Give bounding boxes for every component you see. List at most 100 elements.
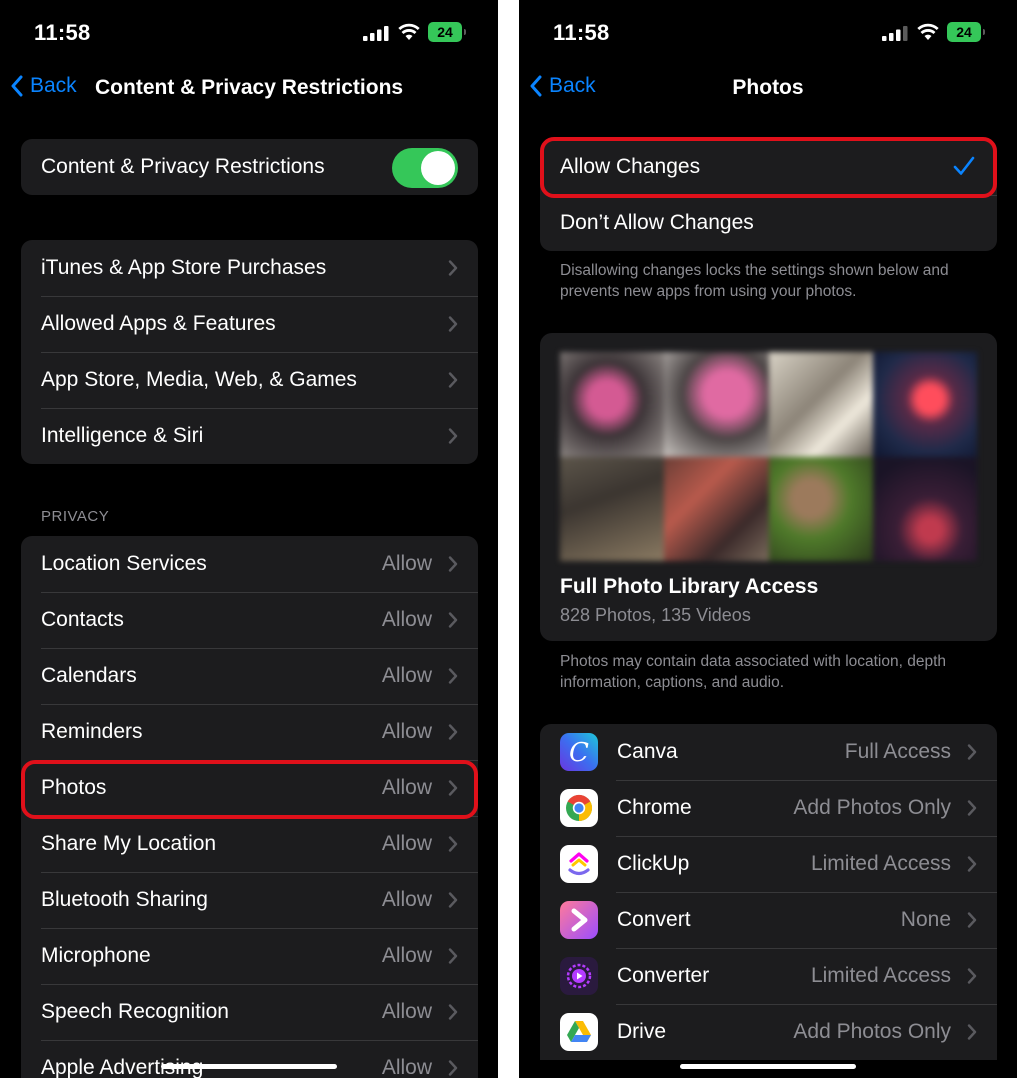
row-label: iTunes & App Store Purchases: [41, 256, 327, 279]
checkmark-icon: [953, 156, 975, 175]
cellular-signal-icon: [363, 26, 389, 41]
row-value: Allow: [381, 1000, 432, 1023]
library-footer: Photos may contain data associated with …: [560, 653, 947, 691]
row-value: Allow: [381, 720, 432, 743]
options-footer: Disallowing changes locks the settings s…: [560, 262, 949, 300]
settings-row[interactable]: Allowed Apps & Features: [21, 296, 478, 352]
wifi-icon: [398, 23, 420, 40]
photo-library-thumbnail: [560, 352, 977, 561]
settings-row[interactable]: Intelligence & Siri: [21, 408, 478, 464]
app-name: ClickUp: [617, 852, 690, 875]
chevron-right-icon: [967, 744, 977, 760]
privacy-row-share-location[interactable]: Share My Location Allow: [21, 816, 478, 872]
restrictions-toggle[interactable]: [392, 148, 458, 188]
library-access-title: Full Photo Library Access: [560, 575, 819, 598]
master-toggle-group: Content & Privacy Restrictions: [21, 139, 478, 195]
privacy-row-photos[interactable]: Photos Allow: [21, 760, 478, 816]
photos-settings-screen: 11:58 24 Back Photos Allow Changes Don’t…: [519, 0, 1017, 1078]
row-value: Allow: [381, 1056, 432, 1078]
row-label: Apple Advertising: [41, 1056, 204, 1078]
chevron-right-icon: [448, 372, 458, 388]
chevron-right-icon: [448, 780, 458, 796]
master-toggle-row: Content & Privacy Restrictions: [21, 139, 478, 195]
photo-library-card[interactable]: Full Photo Library Access 828 Photos, 13…: [540, 333, 997, 641]
settings-row[interactable]: App Store, Media, Web, & Games: [21, 352, 478, 408]
privacy-row-location[interactable]: Location Services Allow: [21, 536, 478, 592]
app-access-list: C Canva Full Access Chrome Add Photos On…: [540, 724, 997, 1060]
app-access: Limited Access: [810, 852, 951, 875]
row-label: Location Services: [41, 552, 207, 575]
nav-bar: Back Photos: [519, 66, 1017, 112]
page-title: Photos: [732, 76, 804, 99]
privacy-row-bluetooth[interactable]: Bluetooth Sharing Allow: [21, 872, 478, 928]
app-row-canva[interactable]: C Canva Full Access: [540, 724, 997, 780]
row-label: Reminders: [41, 720, 143, 743]
option-label: Allow Changes: [560, 155, 701, 178]
privacy-row-speech[interactable]: Speech Recognition Allow: [21, 984, 478, 1040]
status-bar: 11:58 24: [519, 0, 1017, 66]
option-dont-allow-changes[interactable]: Don’t Allow Changes: [540, 195, 997, 251]
privacy-section-header: PRIVACY: [41, 508, 110, 525]
chrome-icon: [560, 789, 598, 827]
app-name: Chrome: [617, 796, 692, 819]
row-value: Allow: [381, 552, 432, 575]
master-toggle-label: Content & Privacy Restrictions: [41, 155, 325, 178]
canva-icon: C: [560, 733, 598, 771]
nav-bar: Back Content & Privacy Restrictions: [0, 66, 498, 112]
privacy-group: Location Services Allow Contacts Allow Cal…: [21, 536, 478, 1078]
privacy-row-advertising[interactable]: Apple Advertising Allow: [21, 1040, 478, 1078]
app-access: None: [900, 908, 951, 931]
chevron-right-icon: [967, 800, 977, 816]
option-allow-changes[interactable]: Allow Changes: [540, 139, 997, 195]
clickup-icon: [560, 845, 598, 883]
row-value: Allow: [381, 944, 432, 967]
app-access: Full Access: [844, 740, 951, 763]
library-counts: 828 Photos, 135 Videos: [560, 605, 751, 625]
privacy-row-contacts[interactable]: Contacts Allow: [21, 592, 478, 648]
home-indicator: [161, 1064, 337, 1069]
app-name: Converter: [617, 964, 710, 987]
row-label: Bluetooth Sharing: [41, 888, 208, 911]
back-button[interactable]: Back: [10, 74, 77, 98]
chevron-right-icon: [448, 1060, 458, 1076]
cellular-signal-icon: [882, 26, 908, 41]
chevron-right-icon: [448, 428, 458, 444]
privacy-row-calendars[interactable]: Calendars Allow: [21, 648, 478, 704]
chevron-right-icon: [448, 668, 458, 684]
page-title: Content & Privacy Restrictions: [95, 76, 404, 99]
app-row-chrome[interactable]: Chrome Add Photos Only: [540, 780, 997, 836]
row-value: Allow: [381, 832, 432, 855]
app-row-clickup[interactable]: ClickUp Limited Access: [540, 836, 997, 892]
battery-icon: 24: [428, 22, 466, 42]
privacy-row-reminders[interactable]: Reminders Allow: [21, 704, 478, 760]
battery-icon: 24: [947, 22, 985, 42]
row-label: App Store, Media, Web, & Games: [41, 368, 357, 391]
app-name: Convert: [617, 908, 691, 931]
privacy-row-microphone[interactable]: Microphone Allow: [21, 928, 478, 984]
chevron-right-icon: [448, 316, 458, 332]
app-row-convert[interactable]: Convert None: [540, 892, 997, 948]
store-settings-group: iTunes & App Store Purchases Allowed App…: [21, 240, 478, 464]
change-options-group: Allow Changes Don’t Allow Changes: [540, 139, 997, 251]
status-bar: 11:58 24: [0, 0, 498, 66]
row-label: Allowed Apps & Features: [41, 312, 276, 335]
wifi-icon: [917, 23, 939, 40]
settings-row[interactable]: iTunes & App Store Purchases: [21, 240, 478, 296]
chevron-right-icon: [448, 724, 458, 740]
app-row-drive[interactable]: Drive Add Photos Only: [540, 1004, 997, 1060]
chevron-right-icon: [448, 556, 458, 572]
option-label: Don’t Allow Changes: [560, 211, 754, 234]
chevron-right-icon: [448, 612, 458, 628]
app-row-converter[interactable]: Converter Limited Access: [540, 948, 997, 1004]
app-access: Add Photos Only: [793, 796, 951, 819]
back-label: Back: [30, 74, 77, 97]
converter-icon: [560, 957, 598, 995]
app-access: Limited Access: [810, 964, 951, 987]
row-label: Photos: [41, 776, 107, 799]
chevron-left-icon: [11, 75, 23, 97]
row-value: Allow: [381, 888, 432, 911]
chevron-right-icon: [448, 948, 458, 964]
chevron-right-icon: [448, 892, 458, 908]
chevron-right-icon: [967, 912, 977, 928]
restrictions-screen: 11:58 24 Back Content & Privacy Restrict…: [0, 0, 498, 1078]
